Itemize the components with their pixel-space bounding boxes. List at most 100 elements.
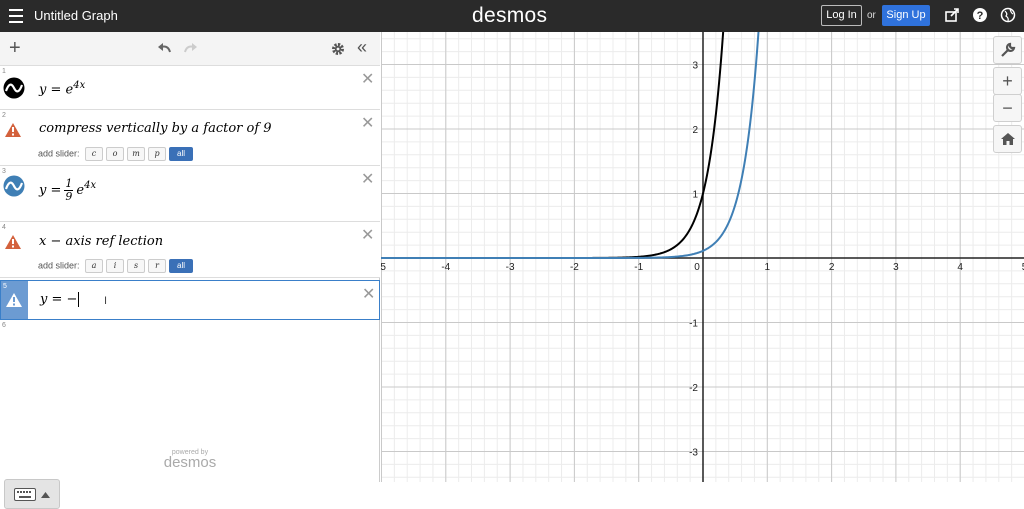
add-slider-label: add slider:	[38, 260, 80, 271]
delete-expression-icon[interactable]: ✕	[362, 287, 375, 303]
slider-button-i[interactable]: i	[106, 259, 125, 273]
delete-expression-icon[interactable]: ✕	[361, 116, 374, 132]
x-tick-label: 4	[957, 262, 963, 273]
math-text: y = −	[40, 292, 78, 307]
signup-button[interactable]: Sign Up	[882, 5, 930, 26]
graph-title[interactable]: Untitled Graph	[34, 8, 118, 23]
y-tick-label: -3	[689, 448, 698, 459]
text-cursor: ​	[78, 292, 80, 307]
warning-icon[interactable]	[5, 235, 21, 249]
ibeam-cursor-icon: I	[104, 295, 108, 307]
x-tick-label: -5	[381, 262, 386, 273]
slider-button-p[interactable]: p	[148, 147, 167, 161]
settings-gear-icon[interactable]	[331, 42, 345, 56]
expression-gutter: 5	[1, 281, 28, 319]
expression-gutter: 2	[0, 110, 27, 165]
login-button[interactable]: Log In	[821, 5, 862, 26]
expression-gutter: 3	[0, 166, 27, 221]
slider-button-all[interactable]: all	[169, 259, 194, 273]
slider-button-r[interactable]: r	[148, 259, 167, 273]
hamburger-icon[interactable]	[9, 9, 23, 23]
y-tick-label: 2	[692, 125, 698, 136]
expression-row-4[interactable]: 4 x − axis ref lection add slider: aisra…	[0, 222, 380, 278]
expression-row-1[interactable]: 1 y = e4x ✕	[0, 66, 380, 110]
curve-color-icon[interactable]	[3, 77, 25, 99]
svg-text:?: ?	[977, 10, 984, 22]
wrench-icon[interactable]	[993, 36, 1022, 64]
delete-expression-icon[interactable]: ✕	[361, 228, 374, 244]
x-tick-label: 3	[893, 262, 899, 273]
x-tick-label: -3	[506, 262, 515, 273]
warning-icon[interactable]	[6, 293, 22, 307]
caret-up-icon	[41, 492, 50, 498]
powered-by-brand: desmos	[163, 454, 217, 471]
expression-number: 5	[3, 283, 7, 290]
warning-icon[interactable]	[5, 123, 21, 137]
undo-icon[interactable]	[156, 42, 172, 54]
x-tick-label: 0	[694, 262, 700, 273]
delete-expression-icon[interactable]: ✕	[361, 172, 374, 188]
delete-expression-icon[interactable]: ✕	[361, 72, 374, 88]
add-slider-row: add slider: c o m p all	[38, 147, 194, 161]
add-icon[interactable]: +	[9, 38, 21, 58]
help-icon[interactable]: ?	[972, 7, 988, 23]
zoom-in-icon[interactable]: +	[993, 67, 1022, 95]
x-tick-label: -2	[570, 262, 579, 273]
expression-row-5[interactable]: 5 y = −​ I ✕	[0, 280, 380, 320]
slider-button-m[interactable]: m	[127, 147, 146, 161]
slider-button-o[interactable]: o	[106, 147, 125, 161]
collapse-double-chevron-icon[interactable]: «	[357, 38, 367, 56]
math-prefix: y =	[39, 183, 62, 198]
zoom-out-icon[interactable]: −	[993, 94, 1022, 122]
expression-gutter: 4	[0, 222, 27, 277]
expression-number: 3	[2, 168, 6, 175]
y-tick-label: 1	[692, 190, 698, 201]
math-superscript: 4x	[73, 80, 86, 91]
slider-button-c[interactable]: c	[85, 147, 104, 161]
y-tick-label: -2	[689, 383, 698, 394]
math-text: y = e	[39, 82, 74, 98]
slider-button-s[interactable]: s	[127, 259, 146, 273]
expression-number: 6	[2, 322, 6, 329]
share-icon[interactable]	[944, 7, 960, 23]
keyboard-toggle-button[interactable]	[4, 479, 60, 509]
expression-toolbar: + «	[0, 32, 380, 66]
top-bar: Untitled Graph desmos Log In or Sign Up …	[0, 0, 1024, 32]
x-tick-label: 2	[829, 262, 835, 273]
expression-row-6[interactable]: 6	[0, 320, 27, 350]
add-slider-label: add slider:	[38, 148, 80, 159]
desmos-logo: desmos	[472, 4, 548, 27]
graph-svg[interactable]: -5-4-3-2-1012345321-1-2-3	[381, 32, 1024, 482]
expression-input[interactable]: y = −​	[40, 292, 80, 307]
x-tick-label: 1	[765, 262, 771, 273]
redo-icon[interactable]	[183, 42, 199, 54]
slider-button-all[interactable]: all	[169, 147, 194, 161]
math-base: e	[76, 183, 85, 198]
curve-color-icon[interactable]	[3, 175, 25, 197]
globe-icon[interactable]	[1000, 7, 1016, 23]
y-tick-label: 3	[692, 61, 698, 72]
keyboard-icon	[14, 488, 36, 501]
expression-number: 4	[2, 224, 6, 231]
math-fraction: 1 9	[64, 178, 74, 203]
expression-math[interactable]: x − axis ref lection	[39, 234, 163, 249]
expression-math[interactable]: y = 1 9 e 4x	[39, 178, 96, 203]
expression-panel: + « 1 y = e4x ✕ 2 compress vertically by…	[0, 32, 380, 509]
expression-row-3[interactable]: 3 y = 1 9 e 4x ✕	[0, 166, 380, 222]
expression-math[interactable]: y = e4x	[39, 80, 85, 97]
x-tick-label: -1	[634, 262, 643, 273]
add-slider-row: add slider: a i s r all	[38, 259, 194, 273]
home-icon[interactable]	[993, 125, 1022, 153]
expression-number: 2	[2, 112, 6, 119]
x-tick-label: -4	[441, 262, 450, 273]
expression-row-2[interactable]: 2 compress vertically by a factor of 9 a…	[0, 110, 380, 166]
expression-number: 1	[2, 68, 6, 75]
expression-math[interactable]: compress vertically by a factor of 9	[39, 121, 272, 136]
slider-button-a[interactable]: a	[85, 259, 104, 273]
fraction-denominator: 9	[65, 190, 73, 203]
graph-canvas[interactable]: -5-4-3-2-1012345321-1-2-3	[381, 32, 1024, 482]
powered-by-desmos[interactable]: powered by desmos	[160, 449, 220, 471]
math-superscript: 4x	[84, 180, 97, 191]
expression-gutter: 1	[0, 66, 27, 109]
y-tick-label: -1	[689, 319, 698, 330]
